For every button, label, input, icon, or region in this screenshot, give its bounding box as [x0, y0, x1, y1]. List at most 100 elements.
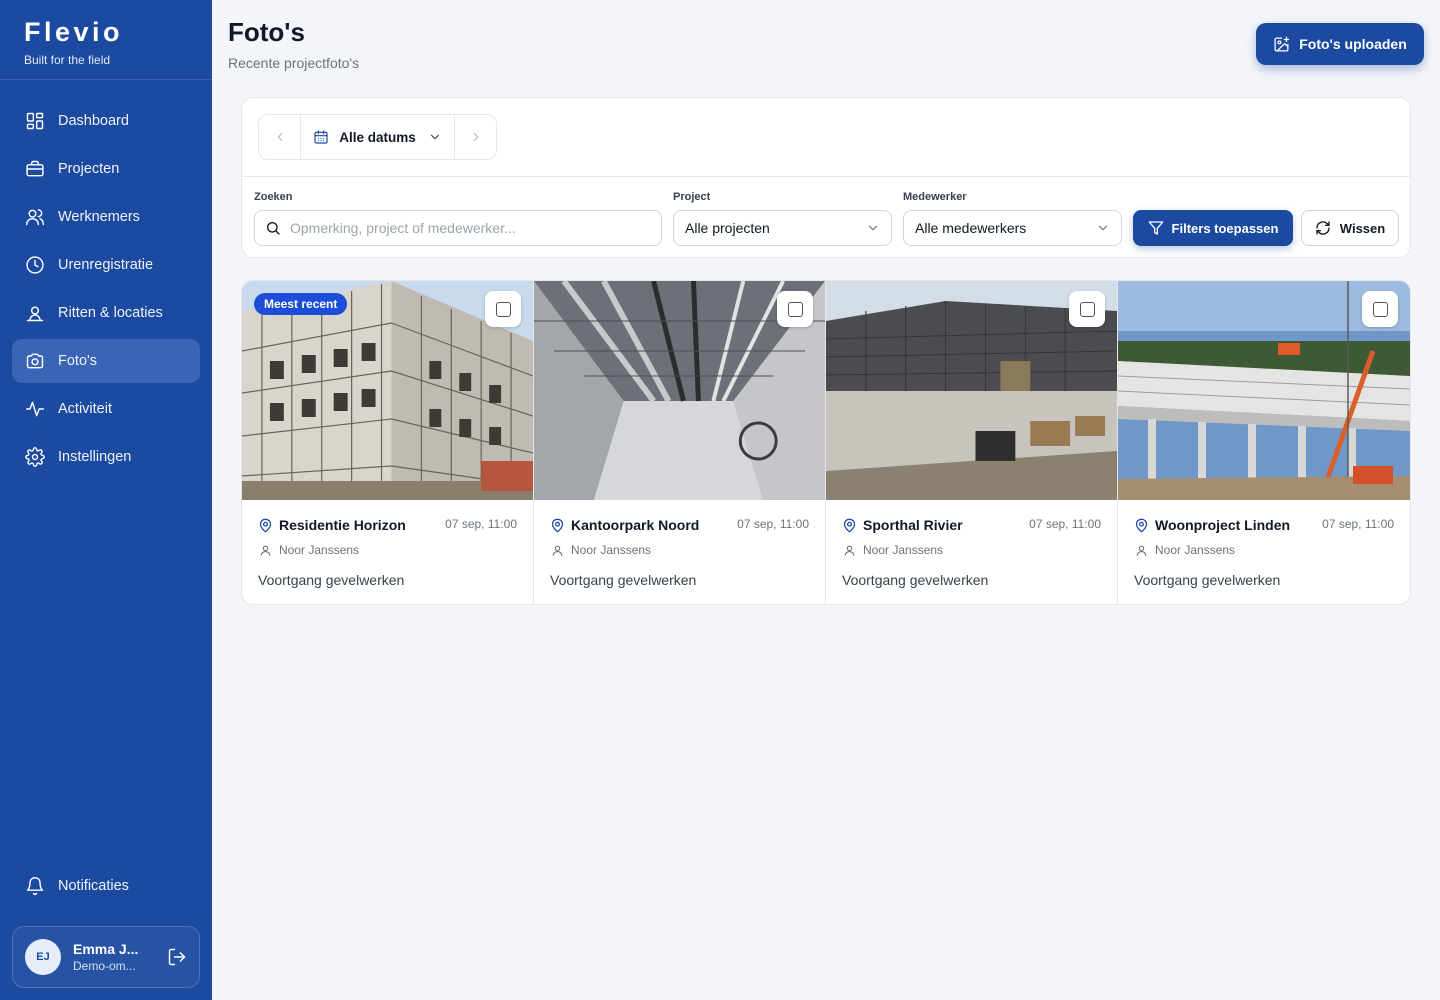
sidebar-item-label: Werknemers	[58, 209, 140, 225]
image-plus-icon	[1274, 36, 1290, 52]
chevron-down-icon	[1098, 225, 1108, 231]
search-input[interactable]	[290, 220, 650, 236]
avatar: EJ	[25, 939, 61, 975]
logout-icon[interactable]	[167, 947, 187, 967]
photo-date: 07 sep, 11:00	[1322, 517, 1394, 531]
sidebar-nav: Dashboard Projecten Werknemers Urenregis…	[12, 99, 200, 483]
upload-photos-label: Foto's uploaden	[1299, 36, 1407, 52]
photo-project: Residentie Horizon	[258, 517, 406, 533]
sidebar-item-label: Projecten	[58, 161, 120, 177]
photo-card[interactable]: Sporthal Rivier 07 sep, 11:00 Noor Janss…	[826, 281, 1118, 604]
brand: Flevio Built for the field	[0, 0, 212, 80]
sidebar-item-activiteit[interactable]: Activiteit	[12, 387, 200, 431]
date-prev-button[interactable]	[259, 115, 300, 159]
select-checkbox[interactable]	[777, 291, 813, 327]
date-select[interactable]: Alle datums	[300, 115, 455, 159]
sidebar: Flevio Built for the field Dashboard Pro…	[0, 0, 212, 1000]
sidebar-item-label: Activiteit	[58, 401, 112, 417]
user-card[interactable]: EJ Emma J... Demo-om...	[12, 926, 200, 988]
select-checkbox[interactable]	[1362, 291, 1398, 327]
users-icon	[25, 209, 45, 226]
photo-card[interactable]: Meest recent Residentie Horizon 07 sep, …	[242, 281, 534, 604]
gear-icon	[25, 447, 45, 467]
sidebar-item-dashboard[interactable]: Dashboard	[12, 99, 200, 143]
photo-user-name: Noor Janssens	[279, 543, 360, 557]
photo-project-name: Kantoorpark Noord	[571, 517, 700, 533]
camera-icon	[26, 353, 44, 369]
chevron-left-icon	[277, 132, 282, 142]
page-title: Foto's	[228, 17, 305, 47]
sidebar-item-label: Foto's	[58, 353, 98, 369]
photo-project-name: Sporthal Rivier	[863, 517, 963, 533]
upload-photos-button[interactable]: Foto's uploaden	[1256, 23, 1424, 65]
photo-project-name: Residentie Horizon	[279, 517, 406, 533]
photo-note: Voortgang gevelwerken	[1134, 572, 1281, 588]
apply-filters-button[interactable]: Filters toepassen	[1133, 210, 1293, 246]
sidebar-item-notificaties[interactable]: Notificaties	[12, 864, 200, 908]
sidebar-item-label: Urenregistratie	[58, 257, 154, 273]
select-checkbox[interactable]	[1069, 291, 1105, 327]
user-info: Emma J... Demo-om...	[73, 941, 161, 973]
sidebar-item-werknemers[interactable]: Werknemers	[12, 195, 200, 239]
sidebar-item-label: Ritten & locaties	[58, 305, 163, 321]
employee-select-value: Alle medewerkers	[915, 220, 1027, 236]
clear-filters-button[interactable]: Wissen	[1301, 210, 1399, 246]
grid-icon	[26, 112, 44, 130]
sidebar-item-instellingen[interactable]: Instellingen	[12, 435, 200, 479]
chevron-down-icon	[430, 134, 439, 140]
photo-project-name: Woonproject Linden	[1155, 517, 1291, 533]
select-checkbox[interactable]	[485, 291, 521, 327]
search-field[interactable]	[254, 210, 662, 246]
user-icon	[260, 545, 271, 556]
employee-label: Medewerker	[903, 191, 967, 203]
photo-user-name: Noor Janssens	[1155, 543, 1236, 557]
photo-note: Voortgang gevelwerken	[258, 572, 405, 588]
date-next-button[interactable]	[455, 115, 496, 159]
chevron-down-icon	[868, 225, 878, 231]
most-recent-badge: Meest recent	[254, 293, 348, 315]
user-role: Demo-om...	[73, 959, 136, 973]
photo-user-name: Noor Janssens	[571, 543, 652, 557]
photo-user: Noor Janssens	[843, 543, 943, 557]
page-subtitle: Recente projectfoto's	[228, 55, 360, 71]
sidebar-item-label: Notificaties	[58, 878, 129, 894]
photo-user-name: Noor Janssens	[863, 543, 944, 557]
sidebar-item-label: Instellingen	[58, 449, 132, 465]
sidebar-item-projecten[interactable]: Projecten	[12, 147, 200, 191]
clear-filters-label: Wissen	[1339, 220, 1386, 236]
filter-icon	[1148, 221, 1163, 235]
map-pin-user-icon	[26, 306, 44, 322]
calendar-icon	[314, 130, 328, 144]
photo-card[interactable]: Kantoorpark Noord 07 sep, 11:00 Noor Jan…	[534, 281, 826, 604]
filters-panel: Alle datums Zoeken Project Alle projecte…	[241, 97, 1411, 258]
sidebar-item-fotos[interactable]: Foto's	[12, 339, 200, 383]
photo-date: 07 sep, 11:00	[1029, 517, 1101, 531]
sidebar-item-ritten-locaties[interactable]: Ritten & locaties	[12, 291, 200, 335]
user-icon	[844, 545, 855, 556]
date-select-label: Alle datums	[339, 129, 416, 145]
map-pin-icon	[551, 518, 564, 532]
chevron-right-icon	[473, 132, 478, 142]
filter-divider	[242, 176, 1410, 177]
date-navigator: Alle datums	[258, 114, 497, 160]
photo-project: Woonproject Linden	[1134, 517, 1290, 533]
photo-note: Voortgang gevelwerken	[842, 572, 989, 588]
project-select[interactable]: Alle projecten	[673, 210, 892, 246]
photo-user: Noor Janssens	[1135, 543, 1235, 557]
map-pin-icon	[259, 518, 272, 532]
search-label: Zoeken	[254, 191, 293, 203]
photo-card[interactable]: Woonproject Linden 07 sep, 11:00 Noor Ja…	[1118, 281, 1410, 604]
briefcase-icon	[26, 160, 44, 177]
user-name: Emma J...	[73, 941, 139, 957]
map-pin-icon	[1135, 518, 1148, 532]
photo-user: Noor Janssens	[551, 543, 651, 557]
sidebar-bottom: Notificaties	[12, 864, 200, 912]
sidebar-item-label: Dashboard	[58, 113, 129, 129]
employee-select[interactable]: Alle medewerkers	[903, 210, 1122, 246]
bell-icon	[26, 877, 44, 896]
user-icon	[1136, 545, 1147, 556]
apply-filters-label: Filters toepassen	[1171, 220, 1279, 236]
photo-note: Voortgang gevelwerken	[550, 572, 697, 588]
project-select-value: Alle projecten	[685, 220, 770, 236]
sidebar-item-urenregistratie[interactable]: Urenregistratie	[12, 243, 200, 287]
